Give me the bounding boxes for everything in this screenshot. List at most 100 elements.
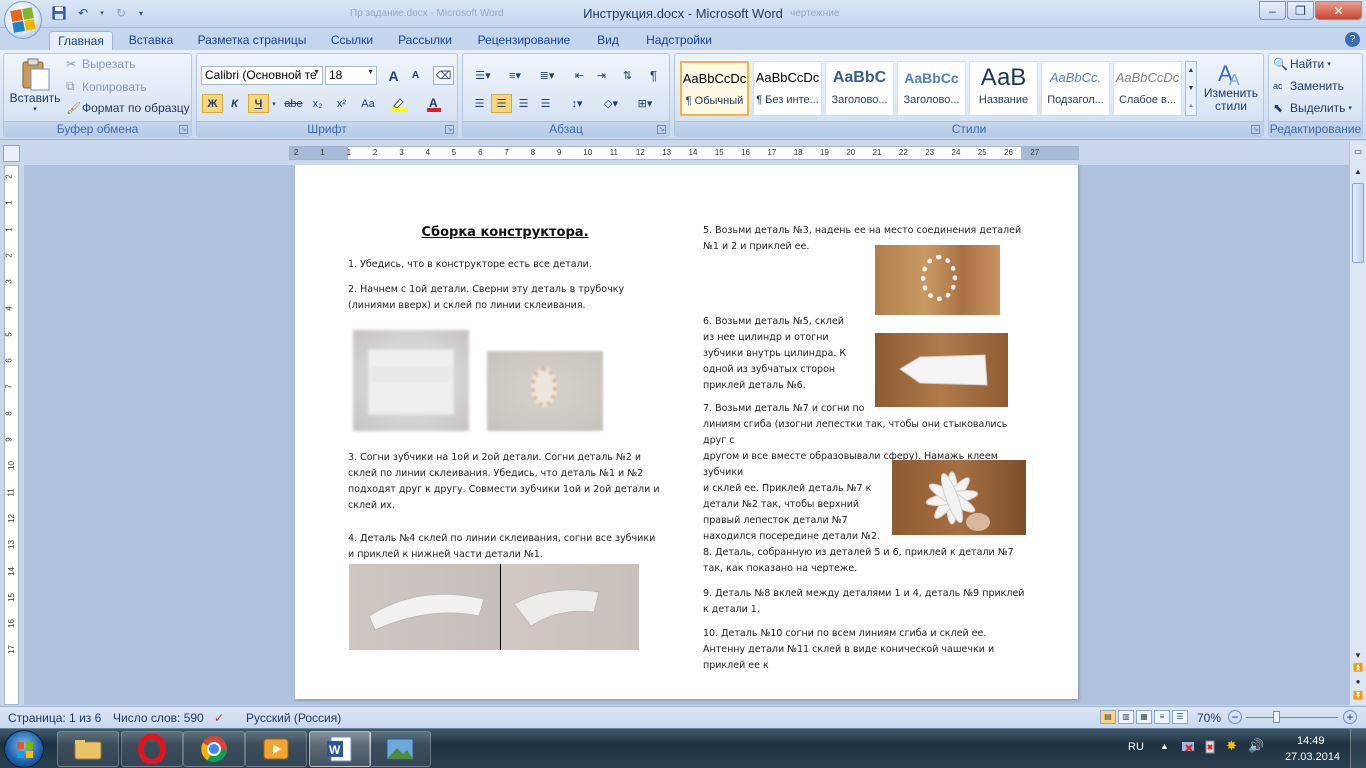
restore-button[interactable]: ❐	[1287, 1, 1314, 20]
font-launcher[interactable]: ↘	[445, 125, 454, 134]
clipboard-launcher[interactable]: ↘	[179, 125, 188, 134]
zoom-level[interactable]: 70%	[1197, 711, 1221, 725]
zoom-out-button[interactable]: −	[1228, 710, 1242, 724]
replace-button[interactable]: ac Заменить	[1273, 79, 1344, 93]
align-right-button[interactable]: ☰	[513, 94, 534, 113]
tab-mailings[interactable]: Рассылки	[392, 31, 458, 51]
select-button[interactable]: ⬉ Выделить ▾	[1273, 101, 1352, 115]
show-hidden-icons[interactable]: ▲	[1160, 741, 1169, 751]
style-heading-1[interactable]: AaBbC Заголово...	[825, 61, 894, 116]
zoom-slider-thumb[interactable]	[1273, 711, 1280, 723]
paragraph-launcher[interactable]: ↘	[657, 125, 666, 134]
bold-button[interactable]: Ж	[202, 94, 223, 113]
start-button[interactable]	[4, 730, 44, 768]
vertical-ruler[interactable]: 2 1 1 2 3 4 5 6 7 8 9 10 11 12 13 14 15 16 17	[4, 165, 19, 705]
grow-font-button[interactable]: A	[383, 66, 404, 85]
paste-button[interactable]: Вставить ▾	[7, 57, 63, 117]
bullets-button[interactable]: ☰▾	[469, 66, 497, 85]
reading-view-button[interactable]: ▥	[1118, 710, 1134, 724]
page-count[interactable]: Страница: 1 из 6	[8, 711, 101, 725]
styles-scroll[interactable]: ▲ ▼ ⩡	[1185, 61, 1197, 116]
web-view-button[interactable]: ▦	[1136, 710, 1152, 724]
copy-button[interactable]: ⧉ Копировать	[66, 79, 147, 94]
language[interactable]: Русский (Россия)	[246, 711, 341, 725]
strikethrough-button[interactable]: abe	[283, 94, 304, 113]
scroll-thumb[interactable]	[1352, 183, 1364, 263]
tab-view[interactable]: Вид	[589, 31, 627, 51]
taskbar-opera[interactable]	[121, 731, 183, 767]
keyboard-language[interactable]: RU	[1128, 741, 1144, 753]
previous-page-button[interactable]: ⏫	[1352, 661, 1364, 675]
cut-button[interactable]: ✂ Вырезать	[66, 57, 135, 71]
volume-icon[interactable]: 🔊	[1248, 738, 1264, 754]
numbering-button[interactable]: ≡▾	[501, 66, 529, 85]
clear-format-icon[interactable]: ⌫	[433, 66, 454, 85]
word-count[interactable]: Число слов: 590	[113, 711, 204, 725]
decrease-indent-button[interactable]: ⇤	[569, 66, 590, 85]
scroll-up-button[interactable]: ▲	[1352, 165, 1364, 179]
font-size-dropdown[interactable]: 18 ▼	[325, 66, 377, 85]
draft-view-button[interactable]: ☰	[1172, 710, 1188, 724]
document-workspace[interactable]: Сборка конструктора. 1. Убедись, что в к…	[24, 165, 1349, 705]
style-normal[interactable]: AaBbCcDc ¶ Обычный	[680, 61, 749, 116]
show-marks-button[interactable]: ¶	[643, 66, 664, 85]
taskbar-chrome[interactable]	[183, 731, 245, 767]
style-heading-2[interactable]: AaBbCc Заголово...	[897, 61, 966, 116]
line-spacing-button[interactable]: ↕▾	[563, 94, 591, 113]
align-center-button[interactable]: ☰	[491, 94, 512, 113]
zoom-in-button[interactable]: +	[1343, 710, 1357, 724]
close-button[interactable]: ✕	[1315, 1, 1362, 20]
change-styles-button[interactable]: AA Изменить стили	[1201, 59, 1261, 113]
action-center-icon[interactable]: ✸	[1226, 738, 1237, 754]
network-icon[interactable]	[1180, 739, 1196, 758]
next-page-button[interactable]: ⏬	[1352, 689, 1364, 703]
style-subtitle[interactable]: AaBbCc. Подзагол...	[1041, 61, 1110, 116]
tab-page-layout[interactable]: Разметка страницы	[190, 31, 314, 51]
underline-dropdown-icon[interactable]: ▾	[269, 94, 279, 113]
styles-launcher[interactable]: ↘	[1251, 125, 1260, 134]
find-button[interactable]: 🔍 Найти ▾	[1273, 57, 1331, 71]
outline-view-button[interactable]: ≡	[1154, 710, 1170, 724]
tab-home[interactable]: Главная	[49, 31, 113, 51]
vertical-scrollbar[interactable]: ▭ ▲ ▼ ⏫ ● ⏬	[1349, 141, 1366, 705]
office-button[interactable]	[4, 1, 42, 39]
tab-references[interactable]: Ссылки	[324, 31, 380, 51]
ruler-toggle-icon[interactable]: ▭	[1352, 145, 1364, 159]
multilevel-list-button[interactable]: ≣▾	[533, 66, 561, 85]
help-icon[interactable]: ?	[1345, 32, 1360, 47]
battery-icon[interactable]	[1202, 739, 1218, 758]
subscript-button[interactable]: x₂	[307, 94, 328, 113]
increase-indent-button[interactable]: ⇥	[591, 66, 612, 85]
italic-button[interactable]: К	[224, 94, 245, 113]
minimize-button[interactable]: –	[1259, 1, 1286, 20]
tab-addins[interactable]: Надстройки	[638, 31, 720, 51]
change-case-button[interactable]: Aa	[355, 94, 381, 113]
browse-object-button[interactable]: ●	[1352, 675, 1364, 689]
taskbar-explorer[interactable]	[57, 731, 119, 767]
underline-button[interactable]: Ч	[248, 94, 269, 113]
font-name-dropdown[interactable]: Calibri (Основной те ▼	[201, 66, 323, 85]
superscript-button[interactable]: x²	[331, 94, 352, 113]
clock-time[interactable]: 14:49	[1297, 735, 1325, 747]
taskbar-media[interactable]	[245, 731, 307, 767]
align-left-button[interactable]: ☰	[469, 94, 490, 113]
clock-date[interactable]: 27.03.2014	[1285, 751, 1340, 763]
format-painter-button[interactable]: 🖌 Формат по образцу	[66, 101, 190, 115]
horizontal-ruler[interactable]: 2 1 1 2 3 4 5 6 7 8 9 10 11 12 13 14 15 16 17 18 19 20 21 22 23 2…	[289, 146, 1079, 160]
tab-review[interactable]: Рецензирование	[470, 31, 578, 51]
style-subtle-emphasis[interactable]: AaBbCcDc Слабое в...	[1113, 61, 1182, 116]
zoom-slider-track[interactable]	[1246, 717, 1338, 718]
style-title[interactable]: АаВ Название	[969, 61, 1038, 116]
show-desktop-button[interactable]	[1350, 729, 1366, 768]
tab-selector[interactable]	[3, 145, 20, 162]
shrink-font-button[interactable]: A	[405, 66, 426, 85]
tab-insert[interactable]: Вставка	[122, 31, 180, 51]
taskbar-word[interactable]: W	[309, 731, 371, 767]
justify-button[interactable]: ☰	[535, 94, 556, 113]
proofing-icon[interactable]: ✓	[214, 711, 224, 725]
style-no-spacing[interactable]: AaBbCcDc ¶ Без инте...	[753, 61, 822, 116]
highlight-button[interactable]	[387, 94, 413, 113]
print-layout-view-button[interactable]: ▤	[1100, 710, 1116, 724]
borders-button[interactable]: ⊞▾	[631, 94, 659, 113]
shading-button[interactable]: ◇▾	[597, 94, 625, 113]
